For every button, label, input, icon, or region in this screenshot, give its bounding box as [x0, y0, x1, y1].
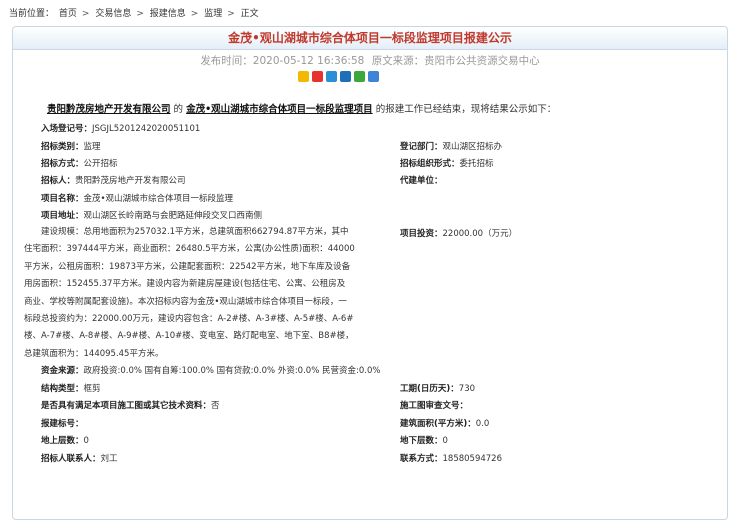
reg-no-row: 入场登记号：JSGJL5201242020051101	[41, 122, 200, 134]
project-value: 金茂•观山湖城市综合体项目一标段监理	[83, 194, 234, 204]
scale-line: 标段总投资约为：22000.00万元，建设内容包含：A-2#楼、A-3#楼、A-…	[24, 314, 354, 325]
project-name: 金茂•观山湖城市综合体项目一标段监理项目	[186, 104, 373, 115]
breadcrumb-link-supervision[interactable]: 监理	[204, 9, 222, 19]
scale-line: 住宅面积：397444平方米，商业面积：26480.5平方米，公寓(办公性质)面…	[24, 244, 355, 255]
contact-row: 招标人联系人：刘工	[41, 452, 118, 464]
category-label: 招标类别：	[41, 142, 84, 152]
method-row: 招标方式：公开招标	[41, 157, 118, 169]
tenderer-label: 招标人：	[41, 176, 76, 186]
conditions-label: 是否具有满足本项目施工图或其它技术资料：	[41, 401, 212, 411]
category-row: 招标类别：监理	[41, 140, 101, 152]
breadcrumb-separator: >	[136, 9, 144, 19]
phone-value: 18580594726	[442, 454, 503, 464]
org-form-label: 招标组织形式：	[400, 159, 460, 169]
reg-no-label: 入场登记号：	[41, 124, 93, 134]
intro-connector: 的	[173, 104, 184, 115]
breadcrumb-link-filing[interactable]: 报建信息	[150, 9, 186, 19]
article-title-bar: 金茂•观山湖城市综合体项目一标段监理项目报建公示	[13, 27, 727, 50]
approval-row: 报建标号：	[41, 417, 84, 429]
source-text: 原文来源：贵阳市公共资源交易中心	[371, 55, 540, 67]
tencent-weibo-icon[interactable]	[326, 71, 337, 82]
breadcrumb-link-trade[interactable]: 交易信息	[95, 9, 131, 19]
drawing-label: 施工图审查文号：	[400, 401, 469, 411]
floors-down-label: 地下层数：	[400, 436, 443, 446]
invest-value: 22000.00（万元）	[442, 229, 518, 239]
structure-row: 结构类型：框剪	[41, 382, 101, 394]
approval-label: 报建标号：	[41, 419, 84, 429]
structure-label: 结构类型：	[41, 384, 84, 394]
agent-row: 代建单位：	[400, 174, 443, 186]
area-label: 建筑面积(平方米)：	[400, 419, 476, 429]
structure-value: 框剪	[83, 384, 101, 394]
tenderer-row: 招标人：贵阳黔茂房地产开发有限公司	[41, 174, 186, 186]
company-name: 贵阳黔茂房地产开发有限公司	[47, 104, 171, 115]
floors-down-row: 地下层数：0	[400, 434, 448, 446]
scale-description: 建设规模：总用地面积为257032.1平方米，总建筑面积662794.87平方米…	[24, 224, 369, 363]
scale-line: 平方米，公租房面积：19873平方米，公建配套面积：22542平方米，地下车库及…	[24, 261, 351, 272]
share-bar	[298, 71, 379, 82]
dept-value: 观山湖区招标办	[442, 142, 503, 152]
address-row: 项目地址：观山湖区长岭南路与会肥路延伸段交叉口西南侧	[41, 209, 262, 221]
conditions-row: 是否具有满足本项目施工图或其它技术资料：否	[41, 399, 220, 411]
contact-value: 刘工	[100, 454, 118, 464]
dept-row: 登记部门：观山湖区招标办	[400, 140, 502, 152]
scale-line: 建设规模：总用地面积为257032.1平方米，总建筑面积662794.87平方米…	[41, 227, 349, 237]
project-row: 项目名称：金茂•观山湖城市综合体项目一标段监理	[41, 192, 233, 204]
floors-up-label: 地上层数：	[41, 436, 84, 446]
floors-down-value: 0	[442, 436, 448, 446]
duration-row: 工期(日历天)：730	[400, 382, 475, 394]
intro-paragraph: 贵阳黔茂房地产开发有限公司 的 金茂•观山湖城市综合体项目一标段监理项目 的报建…	[47, 101, 556, 115]
reg-no-value: JSGJL5201242020051101	[92, 124, 201, 134]
intro-rest: 的报建工作已经结束，现将结果公示如下：	[375, 104, 557, 115]
scale-line: 用房面积：152455.37平方米。建设内容为新建房屋建设(包括住宅、公寓、公租…	[24, 279, 346, 290]
invest-row: 项目投资：22000.00（万元）	[400, 227, 517, 239]
more-share-icon[interactable]	[368, 71, 379, 82]
duration-value: 730	[458, 384, 476, 394]
scale-line: 商业、学校等附属配套设施)。本次招标内容为金茂•观山湖城市综合体项目一标段，一	[24, 296, 347, 307]
weibo-icon[interactable]	[312, 71, 323, 82]
contact-label: 招标人联系人：	[41, 454, 101, 464]
scale-line: 楼、A-7#楼、A-8#楼、A-9#楼、A-10#楼、变电室、路灯配电室、地下室…	[24, 331, 354, 342]
area-row: 建筑面积(平方米)：0.0	[400, 417, 489, 429]
org-form-row: 招标组织形式：委托招标	[400, 157, 494, 169]
breadcrumb-separator: >	[81, 9, 90, 19]
scale-line: 总建筑面积为：144095.45平方米。	[24, 348, 164, 359]
article-meta: 发布时间：2020-05-12 16:36:58 原文来源：贵阳市公共资源交易中…	[13, 53, 727, 68]
method-value: 公开招标	[83, 159, 118, 169]
address-value: 观山湖区长岭南路与会肥路延伸段交叉口西南侧	[83, 211, 263, 221]
breadcrumb-separator: >	[190, 9, 199, 19]
breadcrumb-current: 正文	[240, 9, 259, 19]
phone-label: 联系方式：	[400, 454, 443, 464]
publish-time: 发布时间：2020-05-12 16:36:58	[200, 55, 365, 67]
duration-label: 工期(日历天)：	[400, 384, 459, 394]
qzone-icon[interactable]	[298, 71, 309, 82]
org-form-value: 委托招标	[459, 159, 494, 169]
article-panel: 金茂•观山湖城市综合体项目一标段监理项目报建公示 发布时间：2020-05-12…	[12, 26, 728, 520]
breadcrumb-label: 当前位置：	[9, 9, 55, 19]
method-label: 招标方式：	[41, 159, 84, 169]
phone-row: 联系方式：18580594726	[400, 452, 502, 464]
renren-icon[interactable]	[340, 71, 351, 82]
area-value: 0.0	[475, 419, 490, 429]
breadcrumb-separator: >	[227, 9, 235, 19]
drawing-row: 施工图审查文号：	[400, 399, 468, 411]
floors-up-row: 地上层数：0	[41, 434, 89, 446]
project-label: 项目名称：	[41, 194, 84, 204]
wechat-icon[interactable]	[354, 71, 365, 82]
tenderer-value: 贵阳黔茂房地产开发有限公司	[75, 176, 186, 186]
invest-label: 项目投资：	[400, 229, 443, 239]
address-label: 项目地址：	[41, 211, 84, 221]
breadcrumb-link-home[interactable]: 首页	[59, 9, 77, 19]
fund-label: 资金来源：	[41, 366, 84, 376]
breadcrumb: 当前位置： 首页 > 交易信息 > 报建信息 > 监理 > 正文	[9, 6, 261, 19]
floors-up-value: 0	[83, 436, 89, 446]
agent-label: 代建单位：	[400, 176, 443, 186]
conditions-value: 否	[211, 401, 220, 411]
category-value: 监理	[83, 142, 101, 152]
fund-value: 政府投资:0.0% 国有自筹:100.0% 国有贷款:0.0% 外资:0.0% …	[83, 366, 381, 376]
fund-row: 资金来源：政府投资:0.0% 国有自筹:100.0% 国有贷款:0.0% 外资:…	[41, 364, 380, 376]
dept-label: 登记部门：	[400, 142, 443, 152]
article-title: 金茂•观山湖城市综合体项目一标段监理项目报建公示	[228, 31, 512, 45]
